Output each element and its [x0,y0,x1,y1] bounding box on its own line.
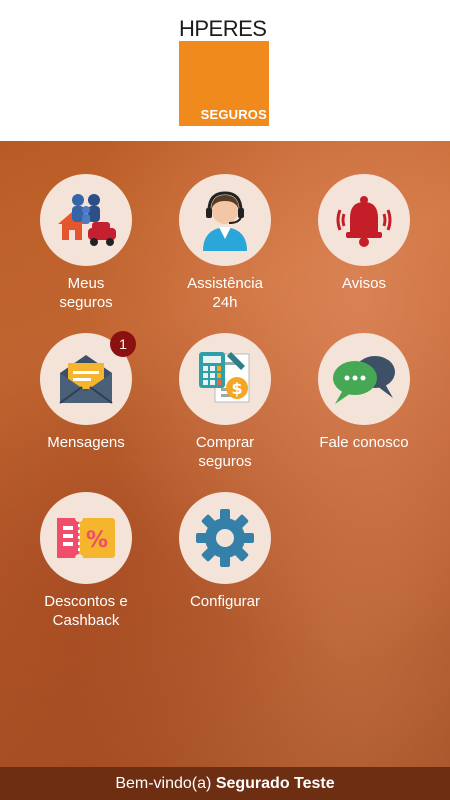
menu-grid: Meus seguros Assistência 24h Avisos 1 Me… [0,141,450,767]
menu-item-descontos[interactable]: % Descontos e Cashback [21,492,151,630]
logo-box: SEGUROS [179,41,269,126]
menu-item-mensagens[interactable]: 1 Mensagens [21,331,151,452]
menu-label: Comprar seguros [195,434,255,470]
notification-badge: 1 [110,331,136,357]
welcome-greeting: Bem-vindo(a) [115,775,212,792]
svg-text:%: % [86,528,108,553]
bell-icon [318,174,410,266]
menu-label: Avisos [342,275,386,292]
menu-label: Fale conosco [319,434,409,451]
menu-item-fale-conosco[interactable]: Fale conosco [299,333,429,452]
menu-label: Configurar [189,593,261,610]
menu-item-configurar[interactable]: Configurar [160,492,290,611]
support-agent-icon [179,174,271,266]
family-house-car-icon [40,174,132,266]
user-name: Segurado Teste [215,775,335,792]
menu-label: Descontos e Cashback [44,593,128,629]
menu-label: Mensagens [47,434,125,451]
logo-wordmark: HPERES [179,16,267,41]
envelope-icon: 1 [40,331,136,425]
menu-label: Assistência 24h [187,275,263,311]
welcome-footer: Bem-vindo(a) Segurado Teste [0,767,450,800]
menu-item-meus-seguros[interactable]: Meus seguros [21,174,151,312]
svg-text:$: $ [231,379,242,398]
calculator-document-icon: $ [179,333,271,425]
menu-item-comprar-seguros[interactable]: $ Comprar seguros [160,333,290,471]
menu-item-avisos[interactable]: Avisos [299,174,429,293]
discount-ticket-icon: % [40,492,132,584]
gear-icon [179,492,271,584]
app-header: HPERES SEGUROS [0,0,450,141]
menu-item-assistencia[interactable]: Assistência 24h [160,174,290,312]
chat-bubbles-icon [318,333,410,425]
logo-subtitle: SEGUROS [200,107,267,122]
hperes-logo: HPERES SEGUROS [179,17,269,126]
menu-label: Meus seguros [59,275,113,311]
